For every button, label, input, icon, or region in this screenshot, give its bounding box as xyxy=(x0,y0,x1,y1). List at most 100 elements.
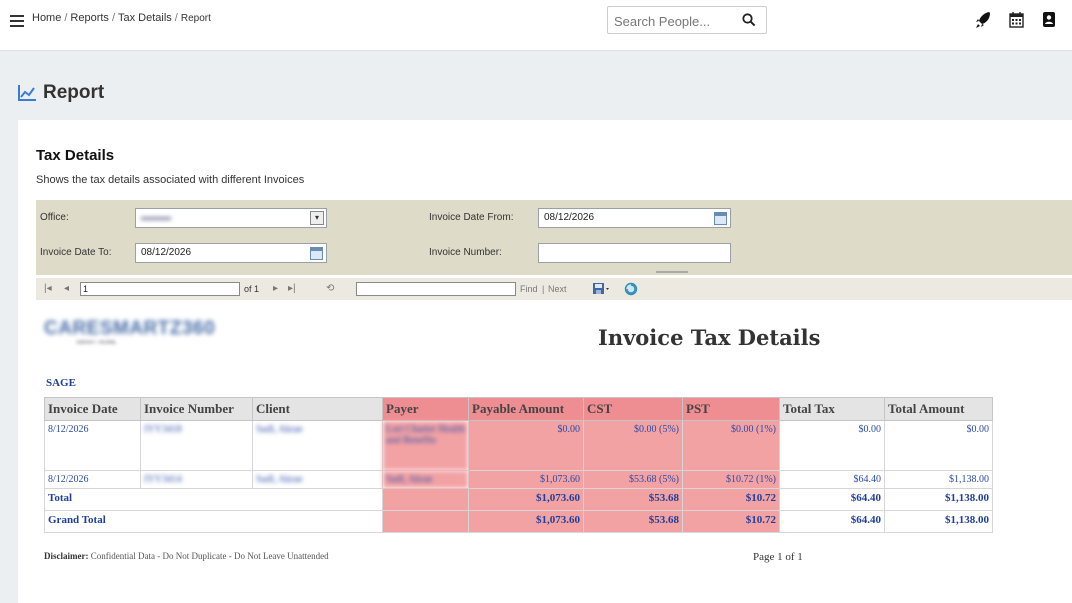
export-icon[interactable] xyxy=(592,282,610,296)
column-header: Total Tax xyxy=(779,397,885,421)
office-select-value: ▬▬▬ xyxy=(141,212,171,223)
total-pst: $10.72 xyxy=(682,488,780,511)
pst-link[interactable]: $10.72 (1%) xyxy=(682,470,780,489)
office-label: Office: xyxy=(40,212,69,223)
total-payer-cell xyxy=(382,488,469,511)
hamburger-icon[interactable] xyxy=(10,15,24,27)
client-link[interactable]: Sadl, Akrae xyxy=(252,470,383,489)
column-header: CST xyxy=(583,397,683,421)
page-number-input[interactable]: 1 xyxy=(80,282,240,296)
grand-total-amount: $1,138.00 xyxy=(884,510,993,533)
breadcrumb: Home / Reports / Tax Details / Report xyxy=(32,12,211,24)
splitter-handle[interactable] xyxy=(656,271,688,273)
last-page-icon[interactable]: ▸| xyxy=(288,283,296,294)
office-name: SAGE xyxy=(46,377,76,389)
back-icon[interactable]: ⟲ xyxy=(326,283,334,294)
total-cst: $53.68 xyxy=(583,488,683,511)
invoice-number-label: Invoice Number: xyxy=(429,247,502,258)
find-link[interactable]: Find xyxy=(520,284,538,294)
breadcrumb-tax-details[interactable]: Tax Details xyxy=(118,12,172,24)
page-info: Page 1 of 1 xyxy=(753,551,803,563)
invoice-date-link[interactable]: 8/12/2026 xyxy=(44,420,141,471)
column-header: Payer xyxy=(382,397,469,421)
invoice-date-from-field[interactable]: 08/12/2026 xyxy=(538,208,731,228)
pst-link[interactable]: $0.00 (1%) xyxy=(682,420,780,471)
column-header: PST xyxy=(682,397,780,421)
breadcrumb-reports[interactable]: Reports xyxy=(70,12,109,24)
calendar-picker-icon[interactable] xyxy=(714,212,727,225)
next-link[interactable]: Next xyxy=(548,284,567,294)
breadcrumb-separator: / xyxy=(111,12,115,24)
invoice-number-link[interactable]: IYY3414 xyxy=(140,470,253,489)
find-input[interactable] xyxy=(356,282,516,296)
invoice-number-field[interactable] xyxy=(538,243,731,263)
next-page-icon[interactable]: ▸ xyxy=(273,283,278,294)
total-tax: $64.40 xyxy=(779,488,885,511)
refresh-icon[interactable] xyxy=(624,282,638,296)
total-tax-link[interactable]: $0.00 xyxy=(779,420,885,471)
breadcrumb-current: Report xyxy=(180,13,211,24)
invoice-number-link[interactable]: IYY3418 xyxy=(140,420,253,471)
total-amount-link[interactable]: $0.00 xyxy=(884,420,993,471)
rocket-icon[interactable] xyxy=(975,11,991,29)
grand-total-row: Grand Total $1,073.60 $53.68 $10.72 $64.… xyxy=(44,510,993,533)
invoice-date-from-value: 08/12/2026 xyxy=(544,212,595,223)
report-toolbar: |◂ ◂ 1 of 1 ▸ ▸| ⟲ Find | Next xyxy=(36,278,1072,300)
payable-amount-link[interactable]: $0.00 xyxy=(468,420,584,471)
grand-total-cst: $53.68 xyxy=(583,510,683,533)
total-amount-link[interactable]: $1,138.00 xyxy=(884,470,993,489)
column-header: Total Amount xyxy=(884,397,993,421)
invoice-date-link[interactable]: 8/12/2026 xyxy=(44,470,141,489)
company-logo: CARESMARTZ360 xyxy=(44,318,216,339)
payer-link[interactable]: Lori Charter Health and Benefits xyxy=(382,420,469,471)
disclaimer-text: Confidential Data - Do Not Duplicate - D… xyxy=(90,551,329,561)
cst-link[interactable]: $53.68 (5%) xyxy=(583,470,683,489)
payable-amount-link[interactable]: $1,073.60 xyxy=(468,470,584,489)
payer-link[interactable]: Sadl, Akrae xyxy=(382,470,469,489)
cst-link[interactable]: $0.00 (5%) xyxy=(583,420,683,471)
client-link[interactable]: Sadl, Akrae xyxy=(252,420,383,471)
breadcrumb-separator: / xyxy=(174,12,178,24)
total-tax-link[interactable]: $64.40 xyxy=(779,470,885,489)
chevron-down-icon[interactable]: ▾ xyxy=(310,211,324,225)
company-logo-subtitle: SMART HOME xyxy=(76,340,117,346)
disclaimer: Disclaimer: Confidential Data - Do Not D… xyxy=(44,551,329,561)
table-row: 8/12/2026 IYY3418 Sadl, Akrae Lori Chart… xyxy=(44,420,993,471)
report-title: Invoice Tax Details xyxy=(598,325,821,350)
table-header-row: Invoice Date Invoice Number Client Payer… xyxy=(44,397,993,421)
top-bar: Home / Reports / Tax Details / Report xyxy=(0,0,1072,51)
office-select[interactable]: ▬▬▬ ▾ xyxy=(135,208,327,228)
calendar-picker-icon[interactable] xyxy=(310,247,323,260)
table-row: 8/12/2026 IYY3414 Sadl, Akrae Sadl, Akra… xyxy=(44,470,993,489)
total-row: Total $1,073.60 $53.68 $10.72 $64.40 $1,… xyxy=(44,488,993,511)
profile-icon[interactable] xyxy=(1042,11,1056,28)
column-header: Invoice Date xyxy=(44,397,141,421)
page-heading: Report xyxy=(17,80,104,106)
report-card: Tax Details Shows the tax details associ… xyxy=(18,120,1072,603)
column-header: Invoice Number xyxy=(140,397,253,421)
magnifier-icon[interactable] xyxy=(742,13,756,27)
first-page-icon[interactable]: |◂ xyxy=(44,283,52,294)
search-box xyxy=(607,6,767,34)
grand-total-label: Grand Total xyxy=(44,510,383,533)
tax-details-table: Invoice Date Invoice Number Client Payer… xyxy=(44,397,993,533)
invoice-date-to-label: Invoice Date To: xyxy=(40,247,112,258)
previous-page-icon[interactable]: ◂ xyxy=(64,283,69,294)
calendar-icon[interactable] xyxy=(1009,11,1024,28)
section-description: Shows the tax details associated with di… xyxy=(36,174,305,186)
section-title: Tax Details xyxy=(36,147,115,164)
invoice-date-from-label: Invoice Date From: xyxy=(429,212,514,223)
grand-total-payable: $1,073.60 xyxy=(468,510,584,533)
page-of-label: of 1 xyxy=(244,284,260,294)
grand-total-payer-cell xyxy=(382,510,469,533)
report-parameters: Office: ▬▬▬ ▾ Invoice Date From: 08/12/2… xyxy=(36,200,1072,275)
breadcrumb-home[interactable]: Home xyxy=(32,12,61,24)
grand-total-tax: $64.40 xyxy=(779,510,885,533)
disclaimer-label: Disclaimer: xyxy=(44,551,89,561)
chart-line-icon xyxy=(18,85,36,101)
search-input[interactable] xyxy=(612,8,736,34)
invoice-date-to-field[interactable]: 08/12/2026 xyxy=(135,243,327,263)
column-header: Payable Amount xyxy=(468,397,584,421)
grand-total-pst: $10.72 xyxy=(682,510,780,533)
page-title: Report xyxy=(43,82,105,103)
